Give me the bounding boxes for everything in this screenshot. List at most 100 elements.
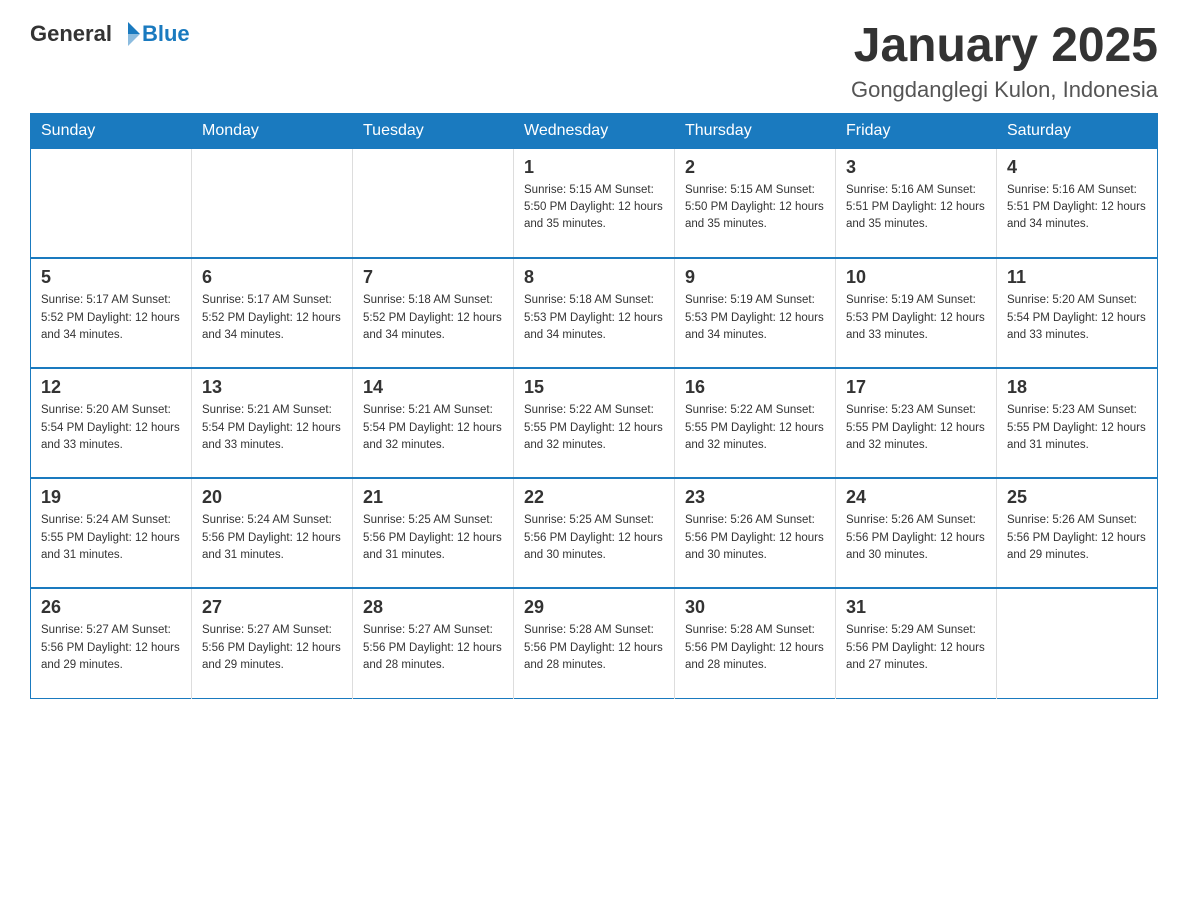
day-info: Sunrise: 5:17 AM Sunset: 5:52 PM Dayligh… (41, 292, 181, 344)
logo: General Blue (30, 20, 190, 48)
logo-general-text: General (30, 21, 112, 47)
day-info: Sunrise: 5:19 AM Sunset: 5:53 PM Dayligh… (846, 292, 986, 344)
day-number: 15 (524, 377, 664, 398)
calendar-cell: 23 Sunrise: 5:26 AM Sunset: 5:56 PM Dayli… (675, 478, 836, 588)
day-number: 26 (41, 597, 181, 618)
calendar-cell: 30 Sunrise: 5:28 AM Sunset: 5:56 PM Dayli… (675, 588, 836, 698)
calendar-week-row: 26 Sunrise: 5:27 AM Sunset: 5:56 PM Dayli… (31, 588, 1158, 698)
day-number: 27 (202, 597, 342, 618)
calendar-cell (997, 588, 1158, 698)
calendar-table: SundayMondayTuesdayWednesdayThursdayFrid… (30, 113, 1158, 699)
title-area: January 2025 Gongdanglegi Kulon, Indones… (851, 20, 1158, 103)
calendar-week-row: 19Sunrise: 5:24 AM Sunset: 5:55 PM Dayli… (31, 478, 1158, 588)
column-header-tuesday: Tuesday (353, 113, 514, 148)
calendar-cell: 17 Sunrise: 5:23 AM Sunset: 5:55 PM Dayli… (836, 368, 997, 478)
day-number: 28 (363, 597, 503, 618)
day-info: Sunrise: 5:29 AM Sunset: 5:56 PM Dayligh… (846, 622, 986, 674)
day-info: Sunrise: 5:19 AM Sunset: 5:53 PM Dayligh… (685, 292, 825, 344)
day-number: 14 (363, 377, 503, 398)
day-number: 24 (846, 487, 986, 508)
calendar-cell: 4 Sunrise: 5:16 AM Sunset: 5:51 PM Daylig… (997, 148, 1158, 258)
day-info: Sunrise: 5:20 AM Sunset: 5:54 PM Dayligh… (41, 402, 181, 454)
calendar-cell: 13 Sunrise: 5:21 AM Sunset: 5:54 PM Dayli… (192, 368, 353, 478)
day-info: Sunrise: 5:17 AM Sunset: 5:52 PM Dayligh… (202, 292, 342, 344)
day-number: 8 (524, 267, 664, 288)
calendar-cell (192, 148, 353, 258)
day-number: 23 (685, 487, 825, 508)
calendar-week-row: 5Sunrise: 5:17 AM Sunset: 5:52 PM Daylig… (31, 258, 1158, 368)
location-title: Gongdanglegi Kulon, Indonesia (851, 77, 1158, 103)
calendar-cell: 16 Sunrise: 5:22 AM Sunset: 5:55 PM Dayli… (675, 368, 836, 478)
day-number: 4 (1007, 157, 1147, 178)
logo-flag-icon (114, 20, 142, 48)
day-number: 13 (202, 377, 342, 398)
calendar-cell: 14 Sunrise: 5:21 AM Sunset: 5:54 PM Dayli… (353, 368, 514, 478)
day-info: Sunrise: 5:16 AM Sunset: 5:51 PM Dayligh… (846, 182, 986, 234)
day-number: 30 (685, 597, 825, 618)
day-info: Sunrise: 5:18 AM Sunset: 5:53 PM Dayligh… (524, 292, 664, 344)
day-info: Sunrise: 5:26 AM Sunset: 5:56 PM Dayligh… (685, 512, 825, 564)
day-info: Sunrise: 5:26 AM Sunset: 5:56 PM Dayligh… (1007, 512, 1147, 564)
calendar-cell: 8 Sunrise: 5:18 AM Sunset: 5:53 PM Daylig… (514, 258, 675, 368)
calendar-cell: 21Sunrise: 5:25 AM Sunset: 5:56 PM Dayli… (353, 478, 514, 588)
column-header-thursday: Thursday (675, 113, 836, 148)
calendar-cell (31, 148, 192, 258)
day-info: Sunrise: 5:24 AM Sunset: 5:55 PM Dayligh… (41, 512, 181, 564)
calendar-week-row: 12 Sunrise: 5:20 AM Sunset: 5:54 PM Dayli… (31, 368, 1158, 478)
calendar-cell: 28 Sunrise: 5:27 AM Sunset: 5:56 PM Dayli… (353, 588, 514, 698)
day-number: 29 (524, 597, 664, 618)
day-number: 17 (846, 377, 986, 398)
day-number: 10 (846, 267, 986, 288)
day-info: Sunrise: 5:23 AM Sunset: 5:55 PM Dayligh… (846, 402, 986, 454)
day-number: 11 (1007, 267, 1147, 288)
day-number: 21 (363, 487, 503, 508)
day-info: Sunrise: 5:27 AM Sunset: 5:56 PM Dayligh… (202, 622, 342, 674)
day-number: 16 (685, 377, 825, 398)
calendar-cell: 10 Sunrise: 5:19 AM Sunset: 5:53 PM Dayli… (836, 258, 997, 368)
calendar-cell: 15 Sunrise: 5:22 AM Sunset: 5:55 PM Dayli… (514, 368, 675, 478)
day-info: Sunrise: 5:16 AM Sunset: 5:51 PM Dayligh… (1007, 182, 1147, 234)
day-number: 6 (202, 267, 342, 288)
day-info: Sunrise: 5:22 AM Sunset: 5:55 PM Dayligh… (524, 402, 664, 454)
day-info: Sunrise: 5:23 AM Sunset: 5:55 PM Dayligh… (1007, 402, 1147, 454)
day-info: Sunrise: 5:28 AM Sunset: 5:56 PM Dayligh… (685, 622, 825, 674)
calendar-cell: 25Sunrise: 5:26 AM Sunset: 5:56 PM Dayli… (997, 478, 1158, 588)
calendar-cell: 2Sunrise: 5:15 AM Sunset: 5:50 PM Daylig… (675, 148, 836, 258)
day-info: Sunrise: 5:15 AM Sunset: 5:50 PM Dayligh… (685, 182, 825, 234)
day-number: 22 (524, 487, 664, 508)
calendar-cell (353, 148, 514, 258)
column-header-monday: Monday (192, 113, 353, 148)
day-number: 20 (202, 487, 342, 508)
calendar-cell: 20 Sunrise: 5:24 AM Sunset: 5:56 PM Dayli… (192, 478, 353, 588)
calendar-cell: 29 Sunrise: 5:28 AM Sunset: 5:56 PM Dayli… (514, 588, 675, 698)
day-info: Sunrise: 5:26 AM Sunset: 5:56 PM Dayligh… (846, 512, 986, 564)
day-info: Sunrise: 5:24 AM Sunset: 5:56 PM Dayligh… (202, 512, 342, 564)
calendar-cell: 18 Sunrise: 5:23 AM Sunset: 5:55 PM Dayli… (997, 368, 1158, 478)
day-number: 12 (41, 377, 181, 398)
calendar-cell: 26 Sunrise: 5:27 AM Sunset: 5:56 PM Dayli… (31, 588, 192, 698)
calendar-week-row: 1 Sunrise: 5:15 AM Sunset: 5:50 PM Daylig… (31, 148, 1158, 258)
calendar-cell: 7Sunrise: 5:18 AM Sunset: 5:52 PM Daylig… (353, 258, 514, 368)
calendar-cell: 1Sunrise: 5:15 AM Sunset: 5:50 PM Daylig… (514, 148, 675, 258)
calendar-cell: 3 Sunrise: 5:16 AM Sunset: 5:51 PM Daylig… (836, 148, 997, 258)
month-title: January 2025 (851, 20, 1158, 73)
day-number: 1 (524, 157, 664, 178)
day-info: Sunrise: 5:25 AM Sunset: 5:56 PM Dayligh… (524, 512, 664, 564)
day-info: Sunrise: 5:27 AM Sunset: 5:56 PM Dayligh… (363, 622, 503, 674)
day-info: Sunrise: 5:22 AM Sunset: 5:55 PM Dayligh… (685, 402, 825, 454)
day-info: Sunrise: 5:21 AM Sunset: 5:54 PM Dayligh… (202, 402, 342, 454)
day-number: 18 (1007, 377, 1147, 398)
calendar-header-row: SundayMondayTuesdayWednesdayThursdayFrid… (31, 113, 1158, 148)
calendar-cell: 24 Sunrise: 5:26 AM Sunset: 5:56 PM Dayli… (836, 478, 997, 588)
column-header-wednesday: Wednesday (514, 113, 675, 148)
calendar-cell: 27 Sunrise: 5:27 AM Sunset: 5:56 PM Dayli… (192, 588, 353, 698)
day-info: Sunrise: 5:21 AM Sunset: 5:54 PM Dayligh… (363, 402, 503, 454)
day-number: 3 (846, 157, 986, 178)
day-info: Sunrise: 5:28 AM Sunset: 5:56 PM Dayligh… (524, 622, 664, 674)
day-number: 7 (363, 267, 503, 288)
column-header-friday: Friday (836, 113, 997, 148)
calendar-cell: 6 Sunrise: 5:17 AM Sunset: 5:52 PM Daylig… (192, 258, 353, 368)
day-info: Sunrise: 5:27 AM Sunset: 5:56 PM Dayligh… (41, 622, 181, 674)
calendar-cell: 12 Sunrise: 5:20 AM Sunset: 5:54 PM Dayli… (31, 368, 192, 478)
logo-blue-text: Blue (142, 21, 190, 47)
